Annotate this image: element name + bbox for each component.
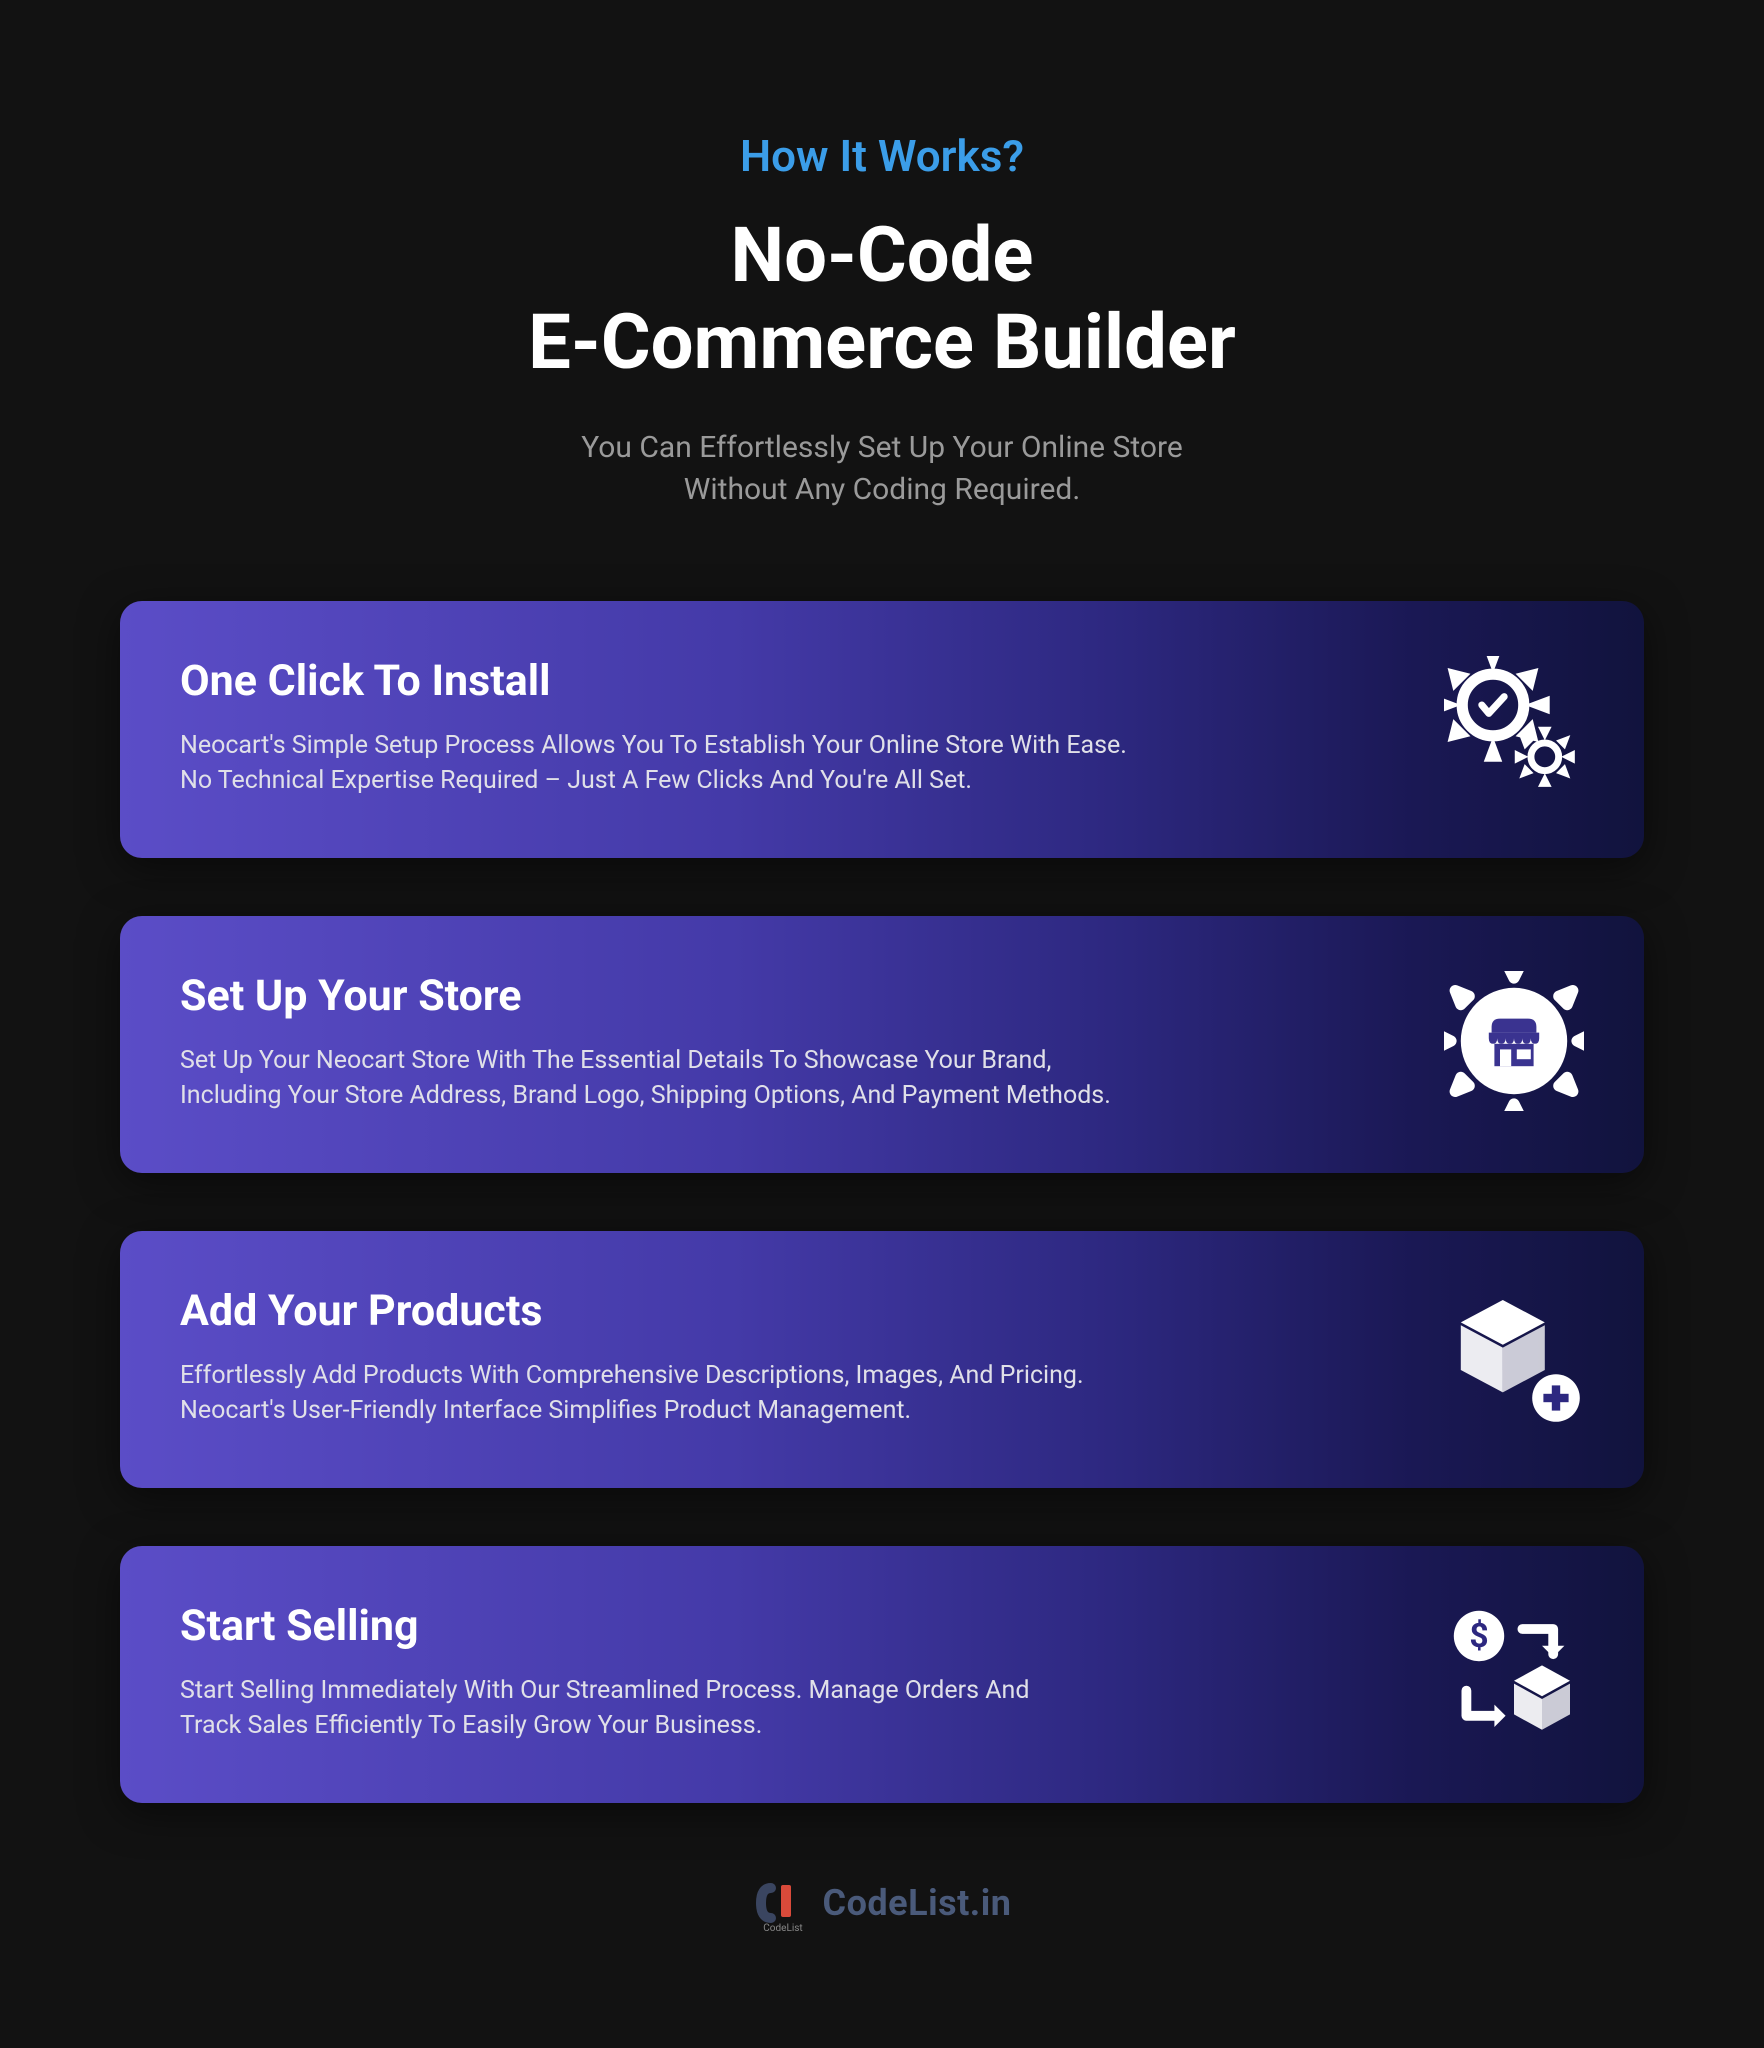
card-description: Neocart's Simple Setup Process Allows Yo… [180,728,1230,798]
desc-line-1: Effortlessly Add Products With Comprehen… [180,1361,1084,1390]
card-title: One Click To Install [180,656,1444,706]
desc-line-2: No Technical Expertise Required – Just A… [180,766,972,795]
desc-line-1: Neocart's Simple Setup Process Allows Yo… [180,731,1127,760]
card-description: Set Up Your Neocart Store With The Essen… [180,1043,1230,1113]
page-title: No-Code E-Commerce Builder [0,212,1764,387]
store-gear-icon [1444,971,1584,1111]
feature-card-install: One Click To Install Neocart's Simple Se… [120,601,1644,858]
desc-line-1: Start Selling Immediately With Our Strea… [180,1676,1029,1705]
desc-line-2: Neocart's User-Friendly Interface Simpli… [180,1396,911,1425]
box-plus-icon [1444,1286,1584,1426]
subtitle-line-2: Without Any Coding Required. [684,472,1081,507]
title-line-1: No-Code [731,210,1034,300]
footer: CodeList CodeList.in [0,1873,1764,1933]
desc-line-2: Track Sales Efficiently To Easily Grow Y… [180,1711,762,1740]
card-description: Effortlessly Add Products With Comprehen… [180,1358,1230,1428]
svg-text:$: $ [1469,1617,1488,1656]
desc-line-2: Including Your Store Address, Brand Logo… [180,1081,1111,1110]
footer-sublabel: CodeList [763,1923,802,1933]
footer-brand-text: CodeList.in [823,1882,1012,1924]
card-text: One Click To Install Neocart's Simple Se… [180,656,1444,798]
feature-card-setup: Set Up Your Store Set Up Your Neocart St… [120,916,1644,1173]
feature-card-selling: Start Selling Start Selling Immediately … [120,1546,1644,1803]
card-title: Start Selling [180,1601,1444,1651]
section-eyebrow: How It Works? [0,130,1764,182]
title-line-2: E-Commerce Builder [528,297,1236,387]
desc-line-1: Set Up Your Neocart Store With The Essen… [180,1046,1051,1075]
card-text: Start Selling Start Selling Immediately … [180,1601,1444,1743]
card-title: Set Up Your Store [180,971,1444,1021]
install-gears-icon [1444,656,1584,796]
card-text: Add Your Products Effortlessly Add Produ… [180,1286,1444,1428]
card-description: Start Selling Immediately With Our Strea… [180,1673,1230,1743]
card-text: Set Up Your Store Set Up Your Neocart St… [180,971,1444,1113]
card-title: Add Your Products [180,1286,1444,1336]
header-section: How It Works? No-Code E-Commerce Builder… [0,130,1764,511]
footer-logo-icon: CodeList [753,1873,813,1933]
subtitle-line-1: You Can Effortlessly Set Up Your Online … [581,430,1183,465]
feature-card-products: Add Your Products Effortlessly Add Produ… [120,1231,1644,1488]
page-subtitle: You Can Effortlessly Set Up Your Online … [0,427,1764,511]
feature-cards: One Click To Install Neocart's Simple Se… [0,601,1764,1803]
sales-cycle-icon: $ [1444,1601,1584,1741]
